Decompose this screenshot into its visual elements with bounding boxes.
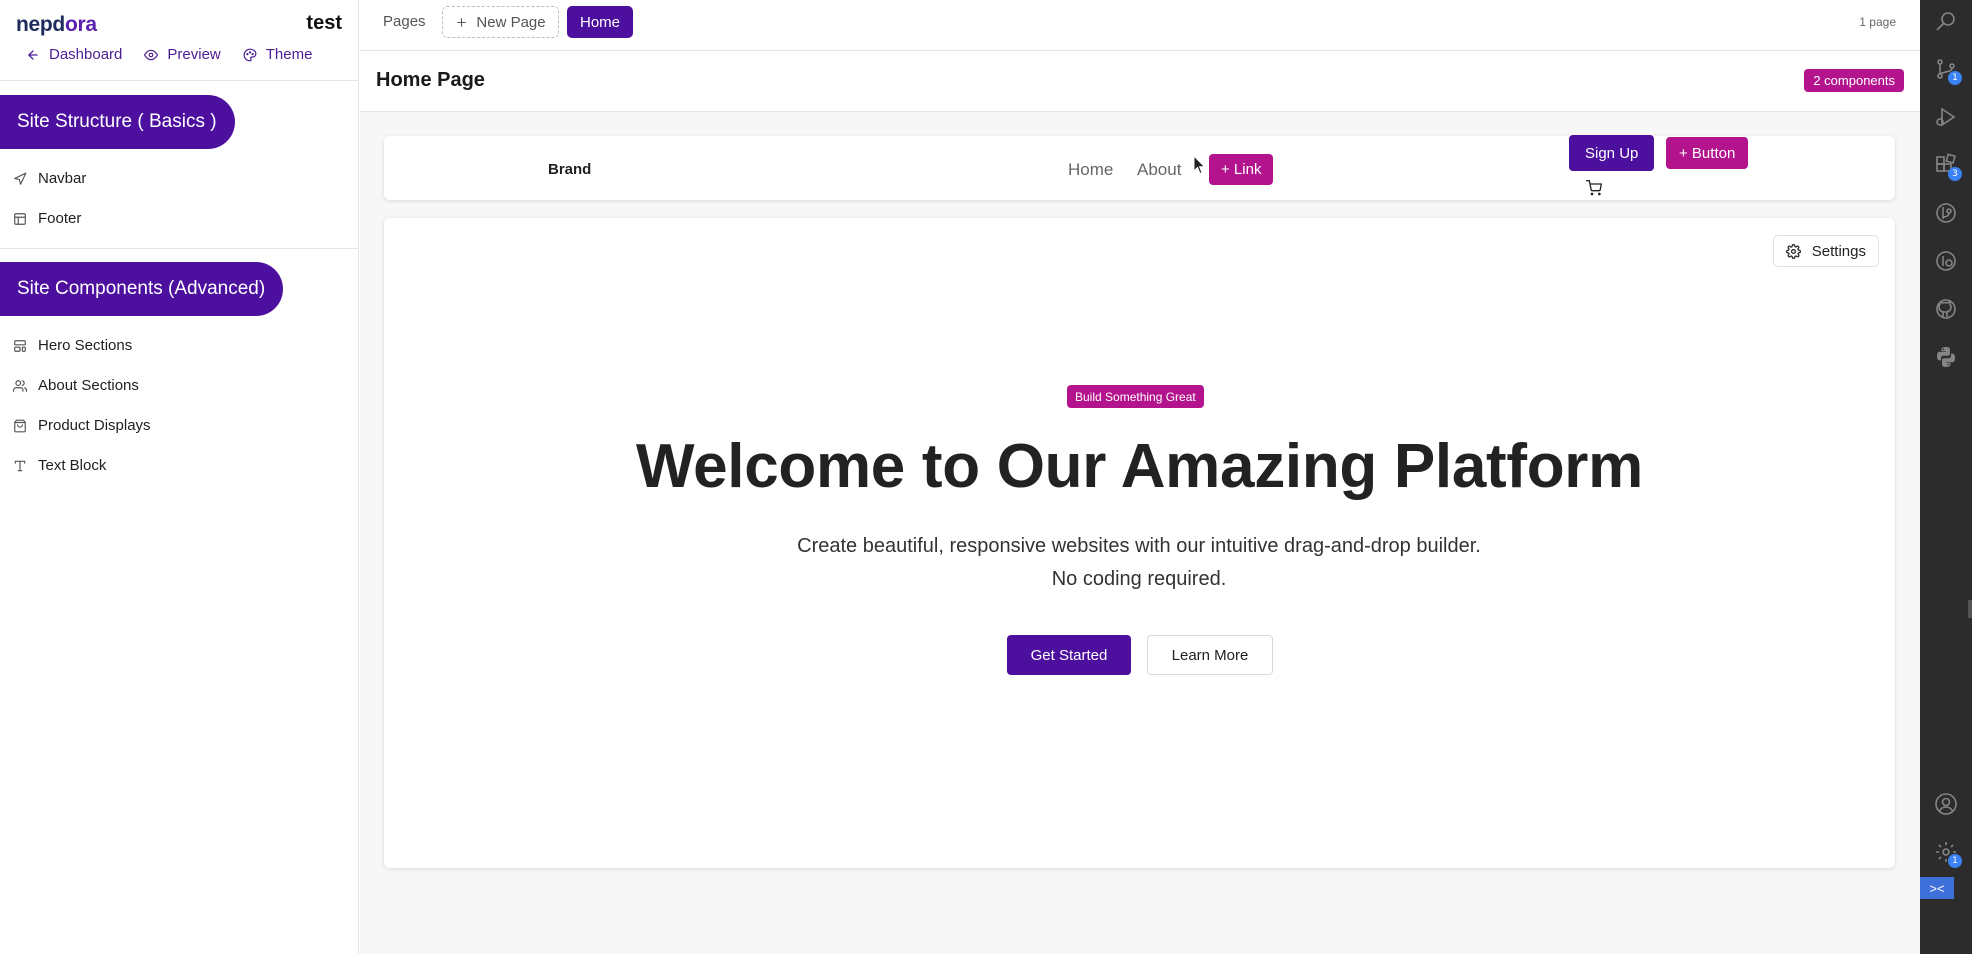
- sidebar-item-text-block[interactable]: Text Block: [13, 457, 106, 474]
- new-page-label: New Page: [476, 13, 546, 31]
- gear-icon: [1785, 243, 1801, 259]
- page-header: Home Page 2 components: [360, 51, 1920, 112]
- activity-search[interactable]: [1934, 9, 1958, 33]
- sidebar-item-label: About Sections: [38, 377, 139, 394]
- arrow-left-icon: [28, 49, 38, 60]
- activity-source-control[interactable]: 1: [1934, 57, 1962, 85]
- activity-gitlens[interactable]: [1934, 201, 1958, 225]
- page-title: Home Page: [376, 69, 485, 91]
- add-button-button[interactable]: + Button: [1666, 137, 1749, 169]
- shopping-cart-icon[interactable]: [1586, 180, 1602, 196]
- plus-icon: [457, 17, 467, 27]
- app-root: nepdora test Dashboard Preview Theme Sit…: [0, 0, 1972, 954]
- users-icon: [13, 379, 27, 392]
- site-name: test: [306, 12, 342, 34]
- sidebar-item-label: Footer: [38, 210, 82, 227]
- sidebar-item-product-displays[interactable]: Product Displays: [13, 417, 151, 434]
- hero-subtitle: Create beautiful, responsive websites wi…: [797, 535, 1481, 590]
- sidebar-item-label: Product Displays: [38, 417, 151, 434]
- sidebar-item-hero-sections[interactable]: Hero Sections: [13, 337, 132, 354]
- dashboard-link-label: Dashboard: [49, 46, 123, 63]
- activity-github[interactable]: [1934, 297, 1958, 321]
- sidebar-item-about-sections[interactable]: About Sections: [13, 377, 139, 394]
- navbar-component[interactable]: Brand Home About + Link Sign Up + Button: [384, 135, 1895, 200]
- git-lens-icon: [1936, 203, 1956, 223]
- get-started-button[interactable]: Get Started: [1007, 635, 1131, 675]
- layout-icon: [14, 212, 26, 225]
- manage-badge: 1: [1948, 854, 1962, 868]
- pages-label: Pages: [383, 13, 426, 30]
- navbar-brand[interactable]: Brand: [548, 161, 591, 178]
- shopping-bag-icon: [14, 419, 26, 432]
- nepdora-logo[interactable]: nepdora: [16, 13, 97, 37]
- sidebar-item-label: Text Block: [38, 457, 107, 474]
- pages-topbar: Pages New Page Home 1 page: [360, 0, 1920, 51]
- hero-title: Welcome to Our Amazing Platform: [636, 432, 1643, 501]
- mouse-pointer-icon: [1193, 155, 1206, 175]
- site-structure-heading: Site Structure ( Basics ): [0, 95, 235, 149]
- preview-link[interactable]: Preview: [144, 46, 221, 63]
- palette-icon: [243, 48, 257, 61]
- eye-icon: [144, 49, 159, 60]
- sidebar-item-navbar[interactable]: Navbar: [13, 170, 86, 187]
- hero-badge: Build Something Great: [1067, 385, 1204, 408]
- python-icon: [1937, 347, 1955, 367]
- activity-git-history[interactable]: [1934, 249, 1958, 273]
- navbar-link-about[interactable]: About: [1137, 160, 1181, 180]
- activity-python[interactable]: [1934, 345, 1958, 369]
- run-debug-icon: [1936, 107, 1956, 127]
- sidebar-item-label: Navbar: [38, 170, 87, 187]
- send-icon: [14, 172, 27, 185]
- components-count-badge: 2 components: [1804, 69, 1904, 92]
- builder-sidebar: nepdora test Dashboard Preview Theme Sit…: [0, 0, 359, 954]
- settings-label: Settings: [1811, 242, 1866, 260]
- dashboard-link[interactable]: Dashboard: [26, 46, 122, 63]
- page-count: 1 page: [1859, 15, 1896, 29]
- sidebar-divider: [0, 248, 358, 249]
- sidebar-item-footer[interactable]: Footer: [13, 210, 81, 227]
- theme-link[interactable]: Theme: [243, 46, 313, 63]
- github-icon: [1936, 299, 1956, 319]
- preview-link-label: Preview: [167, 46, 221, 63]
- hero-settings-button[interactable]: Settings: [1772, 235, 1879, 267]
- theme-link-label: Theme: [265, 46, 313, 63]
- page-tab-home[interactable]: Home: [567, 6, 634, 38]
- editor-canvas: Brand Home About + Link Sign Up + Button…: [360, 112, 1920, 954]
- learn-more-button[interactable]: Learn More: [1147, 635, 1273, 675]
- vscode-activity-bar: 1 3 1 ><: [1920, 0, 1972, 954]
- add-link-button[interactable]: + Link: [1209, 154, 1274, 185]
- activity-accounts[interactable]: [1934, 792, 1958, 816]
- activity-bar-scroll-indicator: [1968, 600, 1972, 618]
- logo-text-a: nepd: [16, 13, 65, 36]
- search-icon: [1936, 12, 1955, 31]
- sidebar-divider: [0, 80, 358, 81]
- hero-section-component[interactable]: Settings Build Something Great Welcome t…: [384, 218, 1895, 868]
- logo-text-b: ora: [64, 13, 97, 36]
- activity-run-debug[interactable]: [1934, 105, 1958, 129]
- account-icon: [1935, 793, 1957, 815]
- git-history-icon: [1936, 251, 1956, 271]
- scm-badge: 1: [1948, 71, 1962, 85]
- extensions-badge: 3: [1948, 167, 1962, 181]
- activity-manage[interactable]: 1: [1934, 840, 1962, 868]
- remote-indicator-button[interactable]: ><: [1920, 877, 1954, 899]
- sidebar-quick-links: Dashboard Preview Theme: [26, 46, 312, 63]
- activity-extensions[interactable]: 3: [1934, 153, 1962, 181]
- new-page-button[interactable]: New Page: [442, 6, 559, 38]
- navbar-link-home[interactable]: Home: [1068, 160, 1113, 180]
- layout-template-icon: [14, 339, 26, 352]
- site-components-heading: Site Components (Advanced): [0, 262, 284, 316]
- signup-button[interactable]: Sign Up: [1569, 135, 1655, 171]
- sidebar-item-label: Hero Sections: [38, 337, 133, 354]
- type-icon: [14, 460, 26, 471]
